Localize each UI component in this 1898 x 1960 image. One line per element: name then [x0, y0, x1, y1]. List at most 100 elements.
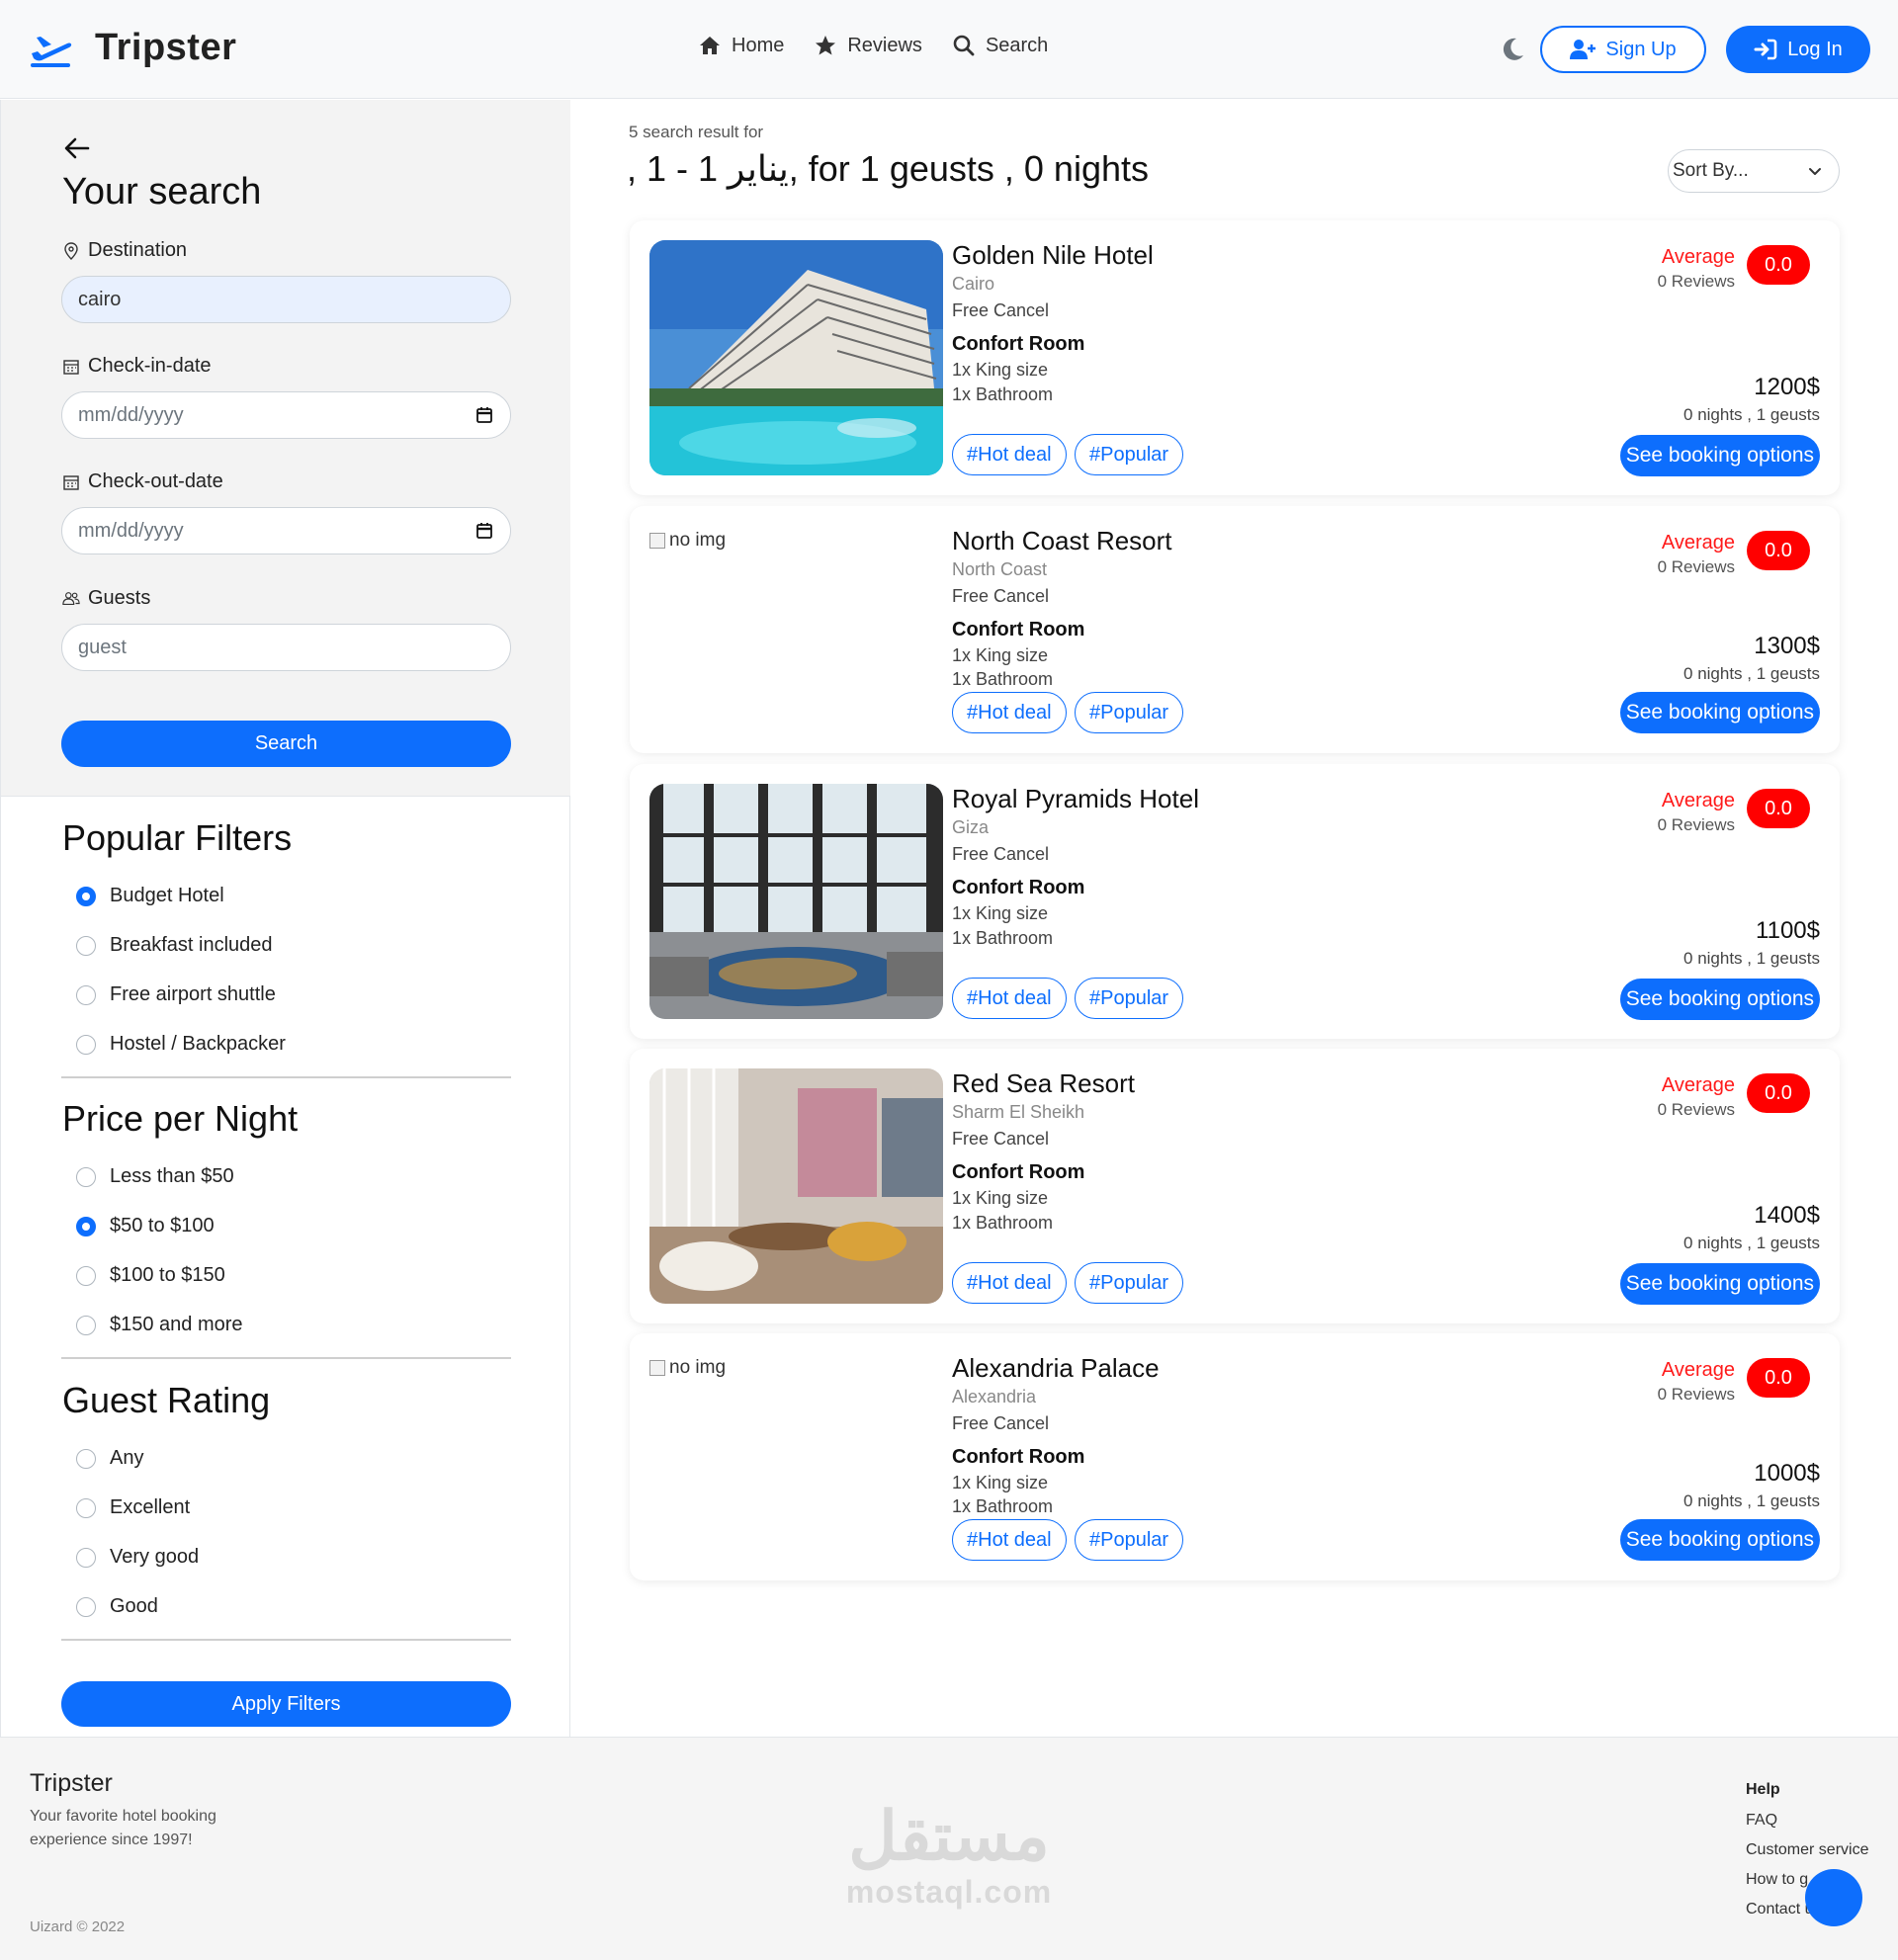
radio-button[interactable] — [76, 1315, 96, 1335]
filter-option-label: $150 and more — [110, 1314, 243, 1335]
guests-input[interactable]: guest — [61, 624, 511, 671]
filter-hostel-backpacker[interactable]: Hostel / Backpacker — [76, 1033, 286, 1056]
radio-button[interactable] — [76, 1034, 96, 1055]
radio-button[interactable] — [76, 1265, 96, 1286]
room-bed: 1x King size — [952, 903, 1049, 923]
guests-label: Guests — [62, 587, 150, 610]
search-button[interactable]: Search — [61, 721, 511, 767]
rating-good[interactable]: Good — [76, 1595, 158, 1618]
footer-copyright: Uizard © 2022 — [30, 1918, 126, 1935]
filter-free-airport-shuttle[interactable]: Free airport shuttle — [76, 983, 276, 1006]
price-50-to-100[interactable]: $50 to $100 — [76, 1215, 215, 1237]
radio-button[interactable] — [76, 935, 96, 956]
see-booking-options-button[interactable]: See booking options — [1619, 692, 1820, 733]
back-arrow-icon[interactable] — [62, 133, 92, 163]
footer-link-faq[interactable]: FAQ — [1746, 1812, 1777, 1830]
date-picker-icon[interactable] — [474, 405, 494, 425]
nav-home[interactable]: Home — [698, 34, 784, 57]
checkin-placeholder: mm/dd/yyyy — [78, 403, 184, 426]
rating-very-good[interactable]: Very good — [76, 1546, 199, 1569]
radio-button[interactable] — [76, 1216, 96, 1236]
tag-popular[interactable]: #Popular — [1075, 1262, 1184, 1304]
hotel-name[interactable]: Golden Nile Hotel — [952, 240, 1154, 271]
nav-reviews[interactable]: Reviews — [814, 34, 922, 57]
stay-summary: 0 nights , 1 geusts — [1683, 664, 1820, 683]
footer-brand: Tripster — [30, 1769, 113, 1797]
tag-popular[interactable]: #Popular — [1075, 434, 1184, 475]
checkout-date-input[interactable]: mm/dd/yyyy — [61, 507, 511, 554]
hotel-price: 1100$ — [1756, 917, 1820, 944]
room-type: Confort Room — [952, 619, 1085, 640]
checkin-date-input[interactable]: mm/dd/yyyy — [61, 391, 511, 439]
rating-excellent[interactable]: Excellent — [76, 1496, 190, 1519]
see-booking-options-button[interactable]: See booking options — [1619, 1263, 1820, 1305]
hotel-name[interactable]: Red Sea Resort — [952, 1068, 1135, 1099]
tag-popular[interactable]: #Popular — [1075, 1519, 1184, 1561]
tag-hot-deal[interactable]: #Hot deal — [952, 978, 1067, 1019]
filter-option-label: Good — [110, 1595, 158, 1617]
main-nav: Home Reviews Search — [698, 34, 1048, 57]
radio-button[interactable] — [76, 1547, 96, 1568]
rating-any[interactable]: Any — [76, 1447, 143, 1470]
calendar-icon — [63, 359, 79, 375]
room-type: Confort Room — [952, 333, 1085, 355]
nav-search[interactable]: Search — [952, 34, 1048, 57]
brand[interactable]: Tripster — [28, 24, 236, 71]
footer-link-contact[interactable]: Contact u — [1746, 1901, 1813, 1918]
radio-button[interactable] — [76, 1448, 96, 1469]
tag-popular[interactable]: #Popular — [1075, 978, 1184, 1019]
footer-tagline: Your favorite hotel booking experience s… — [30, 1808, 216, 1848]
see-booking-options-button[interactable]: See booking options — [1619, 1519, 1820, 1561]
footer-link-how-to[interactable]: How to g — [1746, 1871, 1808, 1889]
rating-badge: 0.0 — [1747, 245, 1810, 285]
price-100-to-150[interactable]: $100 to $150 — [76, 1264, 225, 1287]
hotel-name[interactable]: Royal Pyramids Hotel — [952, 784, 1199, 814]
price-per-night-title: Price per Night — [62, 1098, 299, 1139]
radio-button[interactable] — [76, 886, 96, 906]
price-less-than-50[interactable]: Less than $50 — [76, 1165, 234, 1188]
hotel-price: 1200$ — [1754, 374, 1820, 400]
date-picker-icon[interactable] — [474, 521, 494, 541]
rating-label: Average — [1661, 790, 1735, 811]
filter-budget-hotel[interactable]: Budget Hotel — [76, 885, 224, 907]
hotel-image[interactable] — [649, 1068, 943, 1304]
nav-reviews-label: Reviews — [847, 34, 922, 56]
radio-button[interactable] — [76, 984, 96, 1005]
floating-action-button[interactable] — [1805, 1869, 1862, 1926]
hotel-image[interactable] — [649, 240, 943, 475]
search-title: Your search — [62, 171, 262, 213]
moon-icon[interactable] — [1499, 36, 1526, 63]
hotel-name[interactable]: North Coast Resort — [952, 526, 1172, 556]
radio-button[interactable] — [76, 1497, 96, 1518]
filter-breakfast-included[interactable]: Breakfast included — [76, 934, 273, 957]
filter-option-label: $100 to $150 — [110, 1264, 225, 1286]
sort-by-select[interactable]: Sort By... — [1668, 149, 1840, 193]
tag-hot-deal[interactable]: #Hot deal — [952, 1262, 1067, 1304]
footer-link-customer-service[interactable]: Customer service — [1746, 1841, 1868, 1859]
tag-hot-deal[interactable]: #Hot deal — [952, 434, 1067, 475]
checkout-label-text: Check-out-date — [88, 470, 223, 492]
room-type: Confort Room — [952, 1161, 1085, 1183]
see-booking-options-button[interactable]: See booking options — [1619, 979, 1820, 1020]
tag-hot-deal[interactable]: #Hot deal — [952, 692, 1067, 733]
hotel-name[interactable]: Alexandria Palace — [952, 1353, 1160, 1384]
broken-image-icon — [649, 533, 665, 549]
rating-badge: 0.0 — [1747, 1358, 1810, 1398]
rating-label: Average — [1661, 1074, 1735, 1096]
checkout-label: Check-out-date — [62, 470, 223, 493]
rating-label: Average — [1661, 532, 1735, 554]
destination-input[interactable]: cairo — [61, 276, 511, 323]
hotel-image[interactable] — [649, 784, 943, 1019]
radio-button[interactable] — [76, 1596, 96, 1617]
tag-hot-deal[interactable]: #Hot deal — [952, 1519, 1067, 1561]
tag-popular[interactable]: #Popular — [1075, 692, 1184, 733]
sign-up-button[interactable]: Sign Up — [1540, 26, 1706, 73]
price-150-and-more[interactable]: $150 and more — [76, 1314, 243, 1336]
room-bath: 1x Bathroom — [952, 1213, 1054, 1233]
radio-button[interactable] — [76, 1166, 96, 1187]
see-booking-options-button[interactable]: See booking options — [1619, 435, 1820, 476]
cancellation-policy: Free Cancel — [952, 844, 1050, 864]
apply-filters-button[interactable]: Apply Filters — [61, 1681, 511, 1727]
log-in-button[interactable]: Log In — [1726, 26, 1870, 73]
nav-search-label: Search — [985, 34, 1049, 56]
